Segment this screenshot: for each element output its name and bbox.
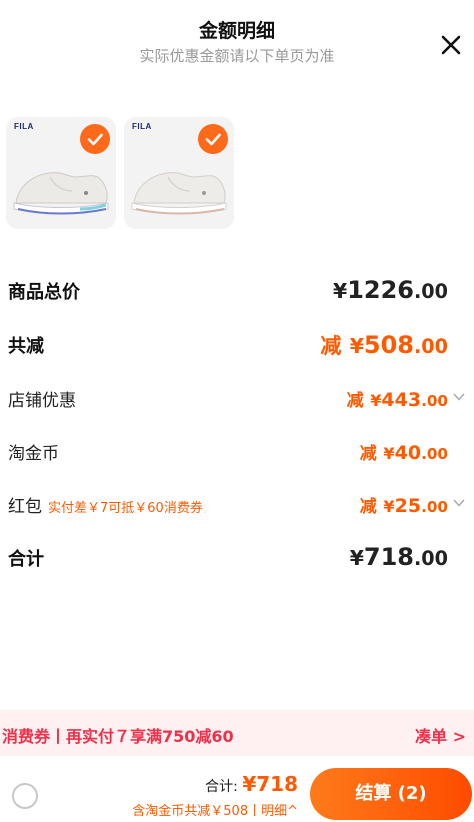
product-thumbnail[interactable]: FILA <box>124 117 234 229</box>
store-discount-row[interactable]: 店铺优惠 减 ¥443.00 <box>0 384 474 412</box>
red-packet-amount: 减 ¥25.00 <box>359 495 448 517</box>
taojinbi-label: 淘金币 <box>8 444 59 464</box>
total-label: 合计: <box>205 779 243 795</box>
sum-amount: ¥718.00 <box>349 543 448 571</box>
red-packet-label: 红包 实付差￥7可抵￥60消费券 <box>8 497 203 517</box>
sneaker-image <box>131 172 227 215</box>
sneaker-image <box>13 172 109 215</box>
checkout-bar: 合计: ¥718 含淘金币共减￥508丨明细^ 结算 (2) <box>0 760 474 822</box>
close-button[interactable] <box>438 32 464 58</box>
coupon-promo-bar: 消费券丨再实付７享满750减60 凑单 > <box>0 710 474 756</box>
page-title: 金额明细 <box>198 20 275 42</box>
header: 金额明细 实际优惠金额请以下单页为准 <box>0 0 474 80</box>
red-packet-row[interactable]: 红包 实付差￥7可抵￥60消费券 减 ¥25.00 <box>0 490 474 518</box>
select-all-radio[interactable] <box>12 783 38 809</box>
total-reduce-amount: 减 ¥508.00 <box>320 331 448 359</box>
page-subtitle: 实际优惠金额请以下单页为准 <box>139 47 335 65</box>
total-reduce-row: 共减 减 ¥508.00 <box>0 330 474 360</box>
brand-logo: FILA <box>132 122 152 131</box>
product-thumbnail[interactable]: FILA <box>6 117 116 229</box>
sum-label: 合计 <box>8 549 44 570</box>
total-value: ¥718 <box>242 772 298 796</box>
chevron-down-icon[interactable] <box>452 390 466 404</box>
taojinbi-amount: 减 ¥40.00 <box>359 442 448 464</box>
goods-total-row: 商品总价 ¥1226.00 <box>0 276 474 306</box>
sum-row: 合计 ¥718.00 <box>0 543 474 573</box>
total-summary: 合计: ¥718 <box>205 772 298 796</box>
taojinbi-row: 淘金币 减 ¥40.00 <box>0 437 474 465</box>
selected-check-icon[interactable] <box>80 124 110 154</box>
store-discount-label: 店铺优惠 <box>8 391 76 411</box>
store-discount-amount: 减 ¥443.00 <box>346 389 448 411</box>
goods-total-amount: ¥1226.00 <box>333 276 448 304</box>
checkout-button[interactable]: 结算 (2) <box>310 768 472 820</box>
details-toggle[interactable]: 含淘金币共减￥508丨明细^ <box>132 800 298 819</box>
promo-text: 消费券丨再实付７享满750减60 <box>2 727 234 746</box>
chevron-down-icon[interactable] <box>452 496 466 510</box>
close-icon <box>441 35 461 55</box>
brand-logo: FILA <box>14 122 34 131</box>
red-packet-note: 实付差￥7可抵￥60消费券 <box>48 501 203 516</box>
selected-check-icon[interactable] <box>198 124 228 154</box>
add-items-link[interactable]: 凑单 > <box>415 723 466 747</box>
total-reduce-label: 共减 <box>8 336 44 357</box>
goods-total-label: 商品总价 <box>8 282 80 303</box>
